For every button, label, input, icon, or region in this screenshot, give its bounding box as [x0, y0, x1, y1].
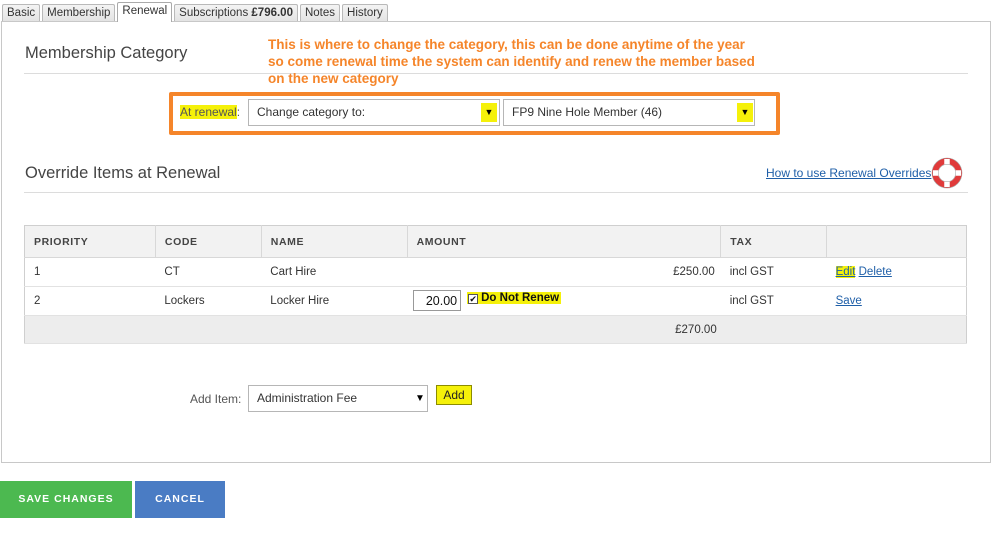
total-empty-cell: [261, 315, 408, 344]
divider: [24, 192, 968, 193]
tab-renewal[interactable]: Renewal: [117, 2, 173, 22]
row-actions: Save: [826, 286, 967, 316]
total-empty-cell: [720, 315, 827, 344]
tab-notes[interactable]: Notes: [299, 4, 341, 22]
at-renewal-colon: :: [236, 105, 241, 119]
edit-link[interactable]: Edit: [835, 266, 856, 278]
table-header-row: PRIORITY CODE NAME AMOUNT TAX: [24, 225, 967, 258]
table-row: 2 Lockers Locker Hire ✔Do Not Renew incl…: [24, 286, 967, 316]
dropdown-arrow-icon: ▼: [481, 103, 497, 122]
row-name: Cart Hire: [261, 257, 408, 287]
row-name: Locker Hire: [261, 286, 408, 316]
column-header-amount: AMOUNT: [407, 225, 722, 258]
renewal-overrides-help-link[interactable]: How to use Renewal Overrides: [766, 166, 931, 180]
total-empty-cell: [155, 315, 262, 344]
column-header-code: CODE: [155, 225, 262, 258]
tab-subscriptions-label: Subscriptions: [179, 7, 249, 19]
subscriptions-amount: £796.00: [251, 7, 293, 19]
do-not-renew-checkbox[interactable]: ✔: [468, 294, 479, 304]
add-item-button[interactable]: Add: [436, 385, 472, 405]
row-priority: 1: [24, 257, 156, 287]
override-items-table: PRIORITY CODE NAME AMOUNT TAX 1 CT Cart …: [24, 225, 967, 344]
tab-bar: Basic Membership Renewal Subscriptions £…: [2, 2, 390, 22]
tab-history[interactable]: History: [342, 4, 388, 22]
column-header-priority: PRIORITY: [24, 225, 156, 258]
column-header-actions: [826, 225, 967, 258]
dropdown-arrow-icon: ▼: [415, 393, 425, 404]
membership-category-title: Membership Category: [25, 44, 188, 62]
total-amount: £270.00: [407, 315, 721, 344]
add-item-value: Administration Fee: [257, 391, 358, 405]
total-empty-cell: [24, 315, 156, 344]
row-tax: incl GST: [720, 286, 827, 316]
row-code: Lockers: [155, 286, 262, 316]
renewal-action-select[interactable]: Change category to: ▼: [248, 99, 500, 126]
column-header-name: NAME: [261, 225, 408, 258]
at-renewal-text: At renewal: [180, 105, 237, 119]
save-link[interactable]: Save: [836, 295, 862, 307]
delete-link[interactable]: Delete: [859, 266, 892, 278]
column-header-tax: TAX: [720, 225, 828, 258]
tab-basic[interactable]: Basic: [2, 4, 41, 22]
row-amount-cell: ✔Do Not Renew: [407, 286, 721, 316]
do-not-renew-label: Do Not Renew: [481, 292, 560, 304]
do-not-renew-option[interactable]: ✔ Do Not Renew: [467, 292, 562, 304]
row-actions: Edit Delete: [826, 257, 967, 287]
table-row: 1 CT Cart Hire £250.00 incl GST Edit Del…: [24, 257, 967, 287]
category-select[interactable]: FP9 Nine Hole Member (46) ▼: [503, 99, 755, 126]
row-amount: £250.00: [407, 257, 721, 287]
add-item-select[interactable]: Administration Fee ▼: [248, 385, 428, 412]
add-item-label: Add Item:: [190, 392, 242, 406]
tab-membership[interactable]: Membership: [42, 4, 116, 22]
cancel-button[interactable]: CANCEL: [135, 481, 225, 518]
lifering-help-icon[interactable]: [931, 157, 963, 189]
amount-input[interactable]: [413, 290, 462, 311]
save-changes-button[interactable]: SAVE CHANGES: [0, 481, 132, 518]
row-priority: 2: [24, 286, 156, 316]
row-tax: incl GST: [720, 257, 827, 287]
override-items-title: Override Items at Renewal: [25, 164, 221, 182]
total-empty-cell: [826, 315, 967, 344]
annotation-note: This is where to change the category, th…: [268, 37, 755, 86]
renewal-action-value: Change category to:: [257, 105, 366, 119]
row-code: CT: [155, 257, 262, 287]
dropdown-arrow-icon: ▼: [737, 103, 753, 122]
tab-subscriptions[interactable]: Subscriptions £796.00: [174, 4, 298, 22]
total-row: £270.00: [24, 315, 967, 344]
at-renewal-label: At renewal:: [180, 105, 240, 119]
category-value: FP9 Nine Hole Member (46): [512, 105, 663, 119]
